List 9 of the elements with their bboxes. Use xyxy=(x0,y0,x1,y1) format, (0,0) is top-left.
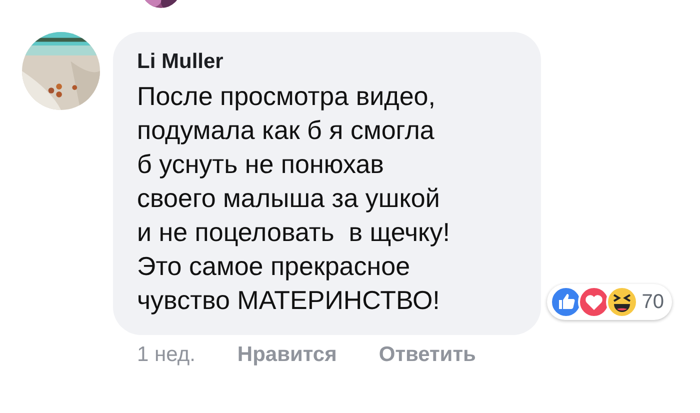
comment-time: 1 нед. xyxy=(137,343,196,367)
comment-text: После просмотра видео, подумала как б я смогла б уснуть не понюхав своего малыша за ушкой и не поцеловать в щечку! Это самое прекрасное чувство МАТЕРИНСТВО! xyxy=(137,80,451,317)
thumbs-up-icon xyxy=(550,286,582,318)
comment-action-link[interactable]: Ответить xyxy=(378,343,476,367)
author-name[interactable]: Li Muller xyxy=(137,49,519,75)
laughing-face-icon xyxy=(606,286,638,318)
comment-action-link[interactable]: Нравится xyxy=(237,343,337,367)
reactions-summary[interactable]: 70 xyxy=(546,284,672,320)
reaction-count: 70 xyxy=(642,290,664,314)
